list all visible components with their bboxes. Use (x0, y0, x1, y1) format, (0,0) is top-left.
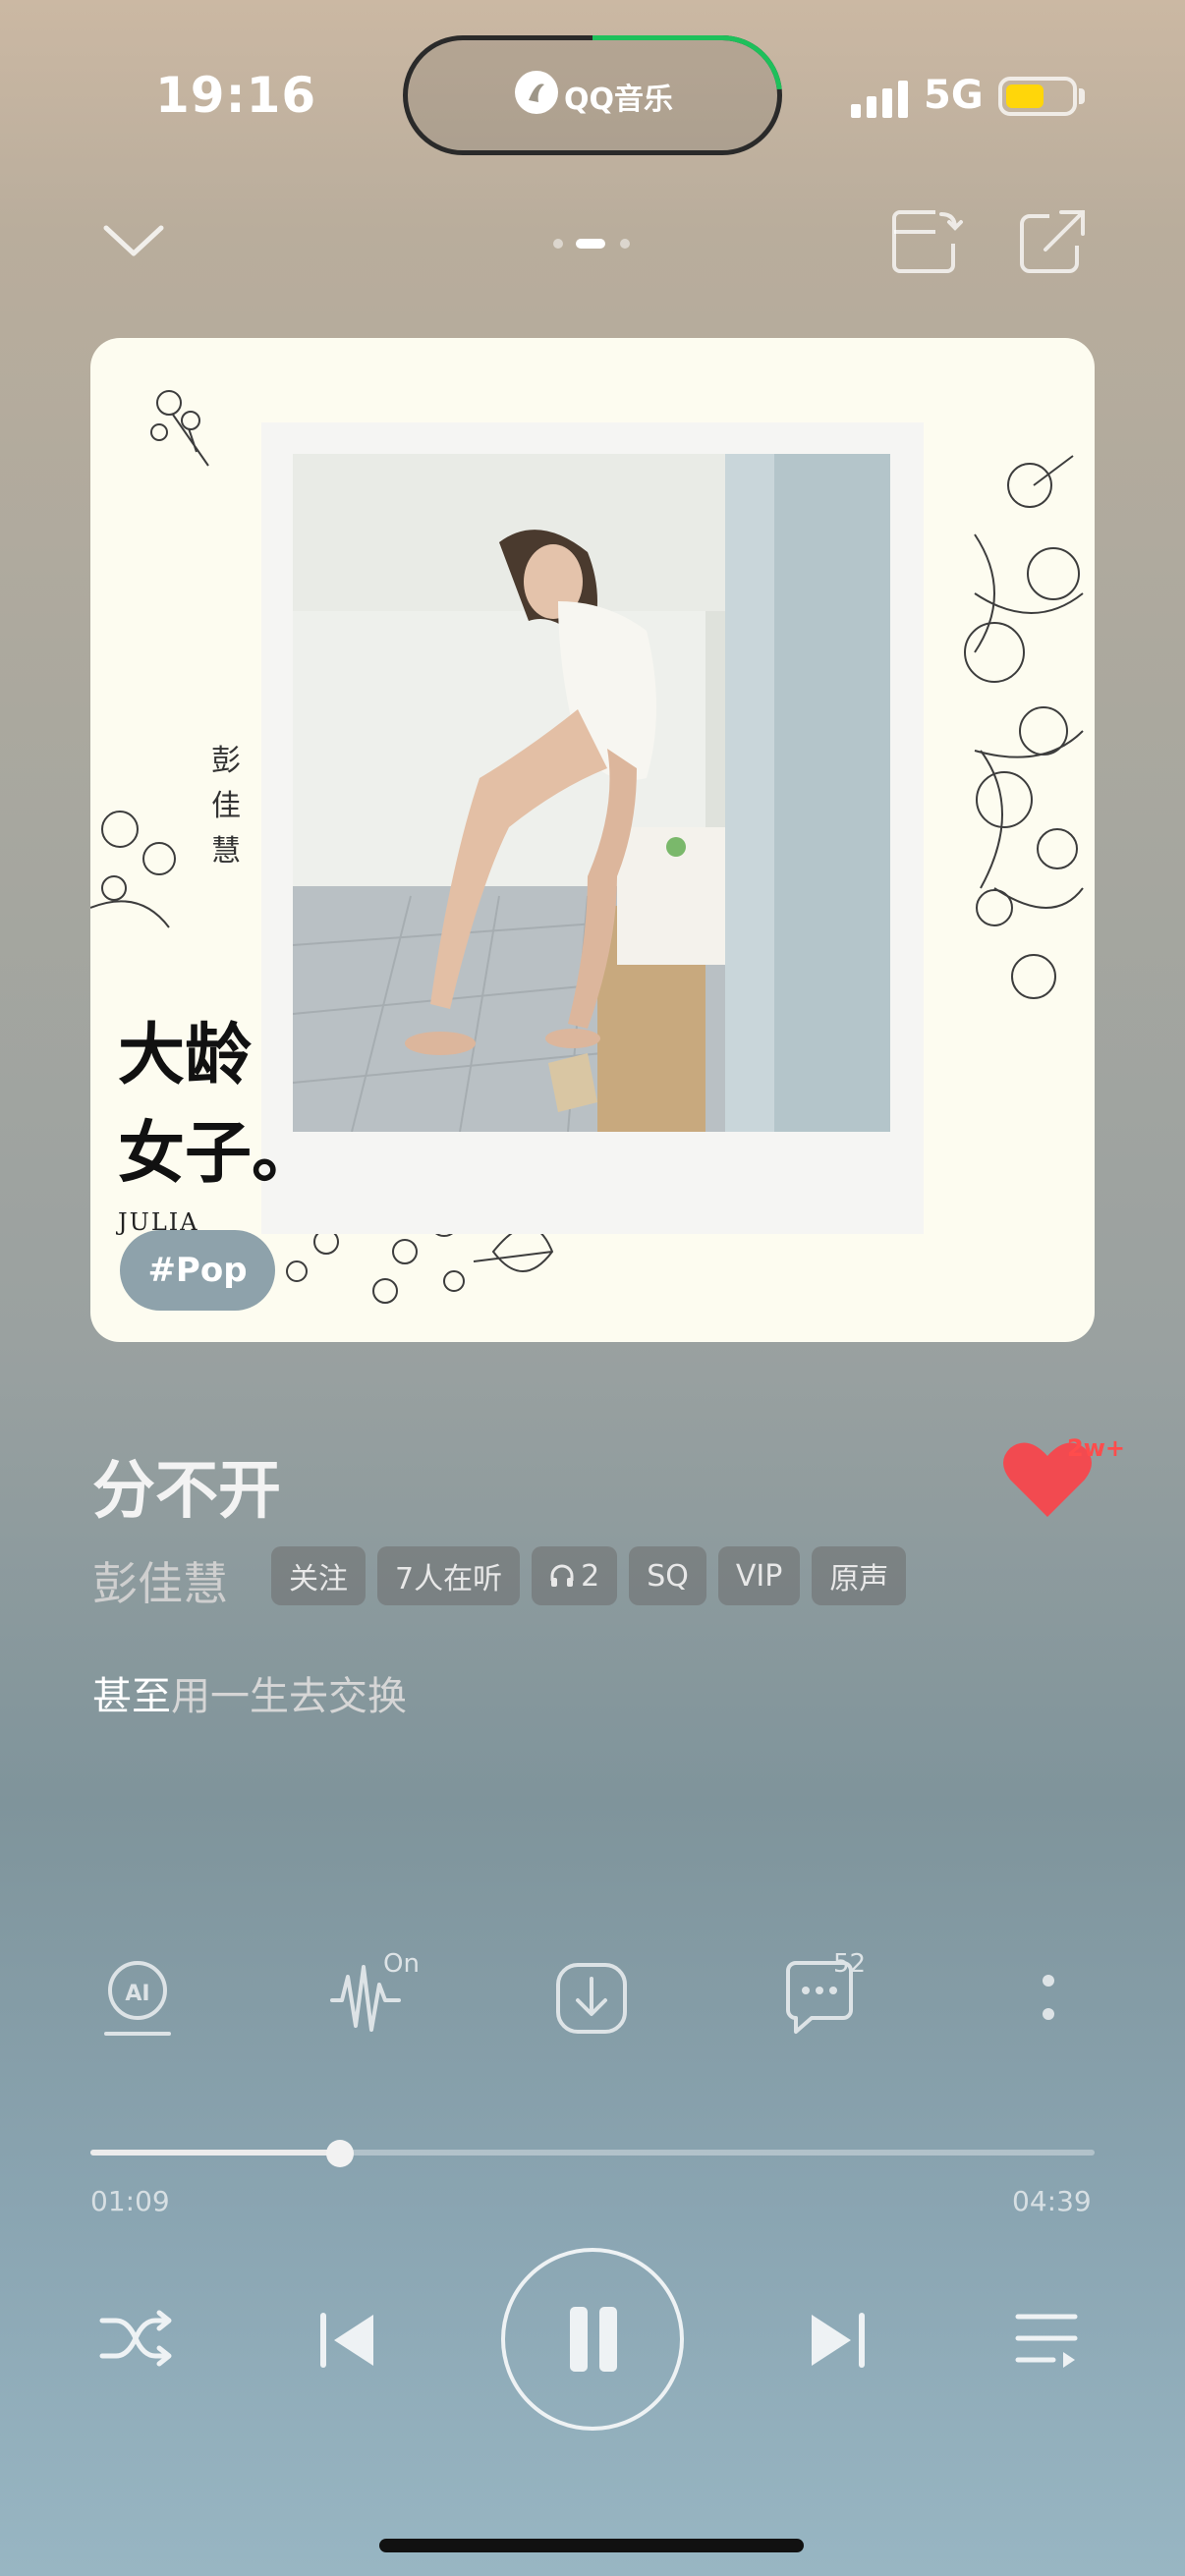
original-badge[interactable]: 原声 (812, 1546, 907, 1605)
lyric-rest: 用一生去交换 (171, 1674, 407, 1719)
ai-icon[interactable]: AI (96, 1957, 179, 2040)
battery-level (1006, 84, 1044, 108)
album-artist-vertical: 彭佳慧 (211, 744, 241, 868)
listen-together-badge[interactable]: 2 (532, 1546, 618, 1605)
song-badges: 关注 7人在听 2 SQ VIP 原声 (271, 1546, 907, 1605)
like-count: 2w+ (1067, 1434, 1125, 1462)
chevron-down-icon[interactable] (98, 214, 169, 265)
listeners-badge[interactable]: 7人在听 (377, 1546, 521, 1605)
genre-tag[interactable]: #Pop (120, 1230, 275, 1311)
previous-icon[interactable] (314, 2309, 381, 2372)
total-time: 04:39 (1012, 2185, 1092, 2217)
current-lyric[interactable]: 甚至用一生去交换 (92, 1664, 407, 1721)
home-indicator[interactable] (379, 2539, 804, 2552)
svg-text:AI: AI (125, 1982, 149, 2006)
song-artist[interactable]: 彭佳慧 (92, 1548, 228, 1613)
share-icon[interactable] (1016, 206, 1091, 277)
sq-badge[interactable]: SQ (629, 1546, 706, 1605)
vip-badge[interactable]: VIP (717, 1546, 801, 1605)
album-title: 大龄 女子。 (118, 1006, 318, 1203)
pause-icon (570, 2307, 617, 2372)
headphones-icon (550, 1564, 574, 1587)
page-indicator (550, 236, 639, 250)
comment-count: 52 (833, 1949, 867, 1979)
island-app-name: QQ音乐 (564, 83, 674, 117)
song-title: 分不开 (92, 1455, 281, 1528)
next-icon[interactable] (804, 2309, 871, 2372)
listen-together-count: 2 (581, 1558, 600, 1594)
current-time: 01:09 (90, 2185, 170, 2217)
more-icon[interactable] (1022, 1957, 1075, 2040)
progress-knob[interactable] (326, 2140, 354, 2167)
pause-button[interactable] (501, 2248, 684, 2431)
qq-music-logo-icon (515, 71, 558, 114)
playlist-icon[interactable] (1014, 2309, 1079, 2370)
battery-tip (1079, 88, 1085, 104)
download-icon[interactable] (550, 1957, 633, 2040)
follow-badge[interactable]: 关注 (271, 1546, 366, 1605)
signal-icon (851, 79, 908, 118)
album-photo (293, 454, 890, 1132)
album-title-line2: 女子。 (118, 1114, 319, 1193)
sound-effect-badge: On (383, 1949, 420, 1979)
status-time: 19:16 (155, 67, 317, 124)
album-title-line1: 大龄 (118, 1016, 253, 1094)
lyric-highlight: 甚至 (92, 1674, 171, 1719)
network-type: 5G (924, 73, 984, 118)
progress-fill (90, 2150, 340, 2156)
shuffle-icon[interactable] (98, 2307, 173, 2370)
share-to-device-icon[interactable] (890, 206, 967, 277)
album-cover[interactable]: 彭佳慧 大龄 女子。 JULIA (90, 338, 1095, 1342)
